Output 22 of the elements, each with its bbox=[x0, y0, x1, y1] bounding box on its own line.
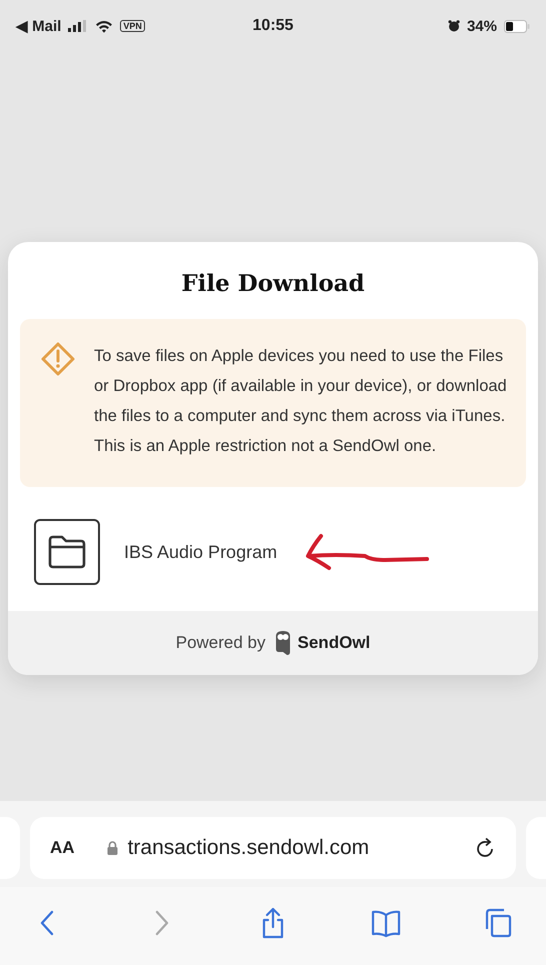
brand-name: SendOwl bbox=[298, 633, 370, 653]
back-to-app-link[interactable]: ◀ Mail bbox=[16, 17, 62, 35]
battery-icon bbox=[504, 20, 530, 32]
warning-icon bbox=[40, 341, 76, 377]
text-size-button[interactable]: AA bbox=[50, 838, 75, 858]
dialog-title: File Download bbox=[180, 270, 366, 297]
signal-icon bbox=[68, 20, 88, 32]
clock-time: 10:55 bbox=[252, 17, 294, 35]
battery-percent: 34% bbox=[466, 18, 497, 34]
wifi-icon bbox=[95, 20, 114, 32]
address-bar[interactable]: AA transactions.sendowl.com bbox=[30, 817, 516, 879]
folder-button[interactable] bbox=[34, 519, 100, 585]
alarm-icon bbox=[448, 20, 460, 32]
url-text: transactions.sendowl.com bbox=[128, 836, 370, 860]
owl-logo-icon bbox=[274, 630, 292, 656]
folder-icon bbox=[47, 535, 87, 569]
powered-by-label: Powered by bbox=[176, 633, 266, 653]
notice-text: To save files on Apple devices you need to use the Files or Dropbox app (if available in your device), or download the files to a computer and sync them across via iTunes. This is an Apple restriction not a SendOwl one. bbox=[94, 346, 508, 457]
reload-icon[interactable] bbox=[476, 837, 496, 859]
file-link[interactable]: IBS Audio Program bbox=[124, 542, 278, 562]
vpn-badge: VPN bbox=[120, 20, 145, 32]
lock-icon bbox=[106, 841, 118, 855]
